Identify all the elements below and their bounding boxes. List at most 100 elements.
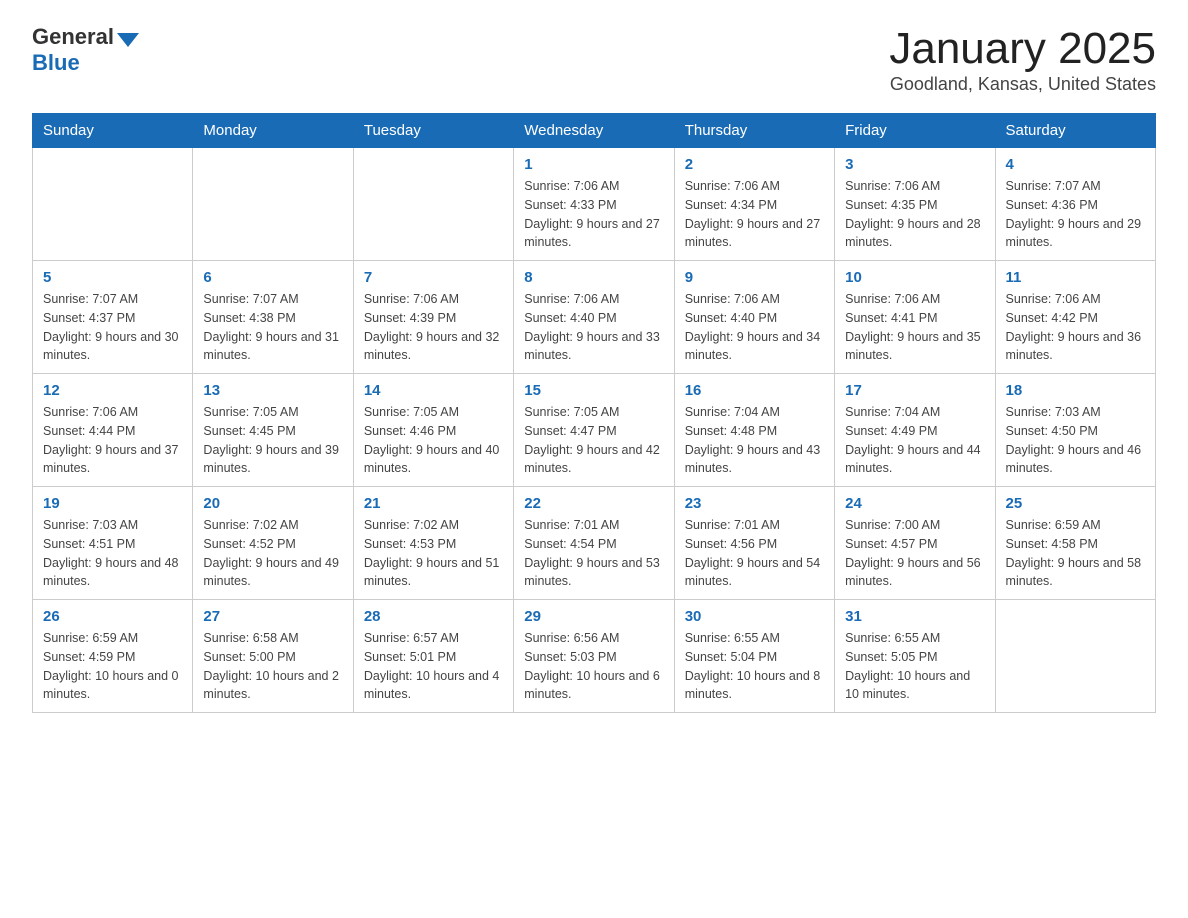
location-title: Goodland, Kansas, United States [889, 74, 1156, 95]
day-of-week-header: Tuesday [353, 114, 513, 148]
day-number: 28 [364, 608, 503, 625]
calendar-cell: 18Sunrise: 7:03 AM Sunset: 4:50 PM Dayli… [995, 374, 1155, 487]
calendar-body: 1 Sunrise: 7:06 AM Sunset: 4:33 PM Daylig… [33, 148, 1156, 713]
calendar-cell: 22 Sunrise: 7:01 AM Sunset: 4:54 PM Dayli… [514, 487, 674, 600]
day-number: 26 [43, 608, 182, 625]
day-info: Sunrise: 7:05 AM Sunset: 4:45 PM Dayligh… [203, 403, 342, 478]
day-number: 10 [845, 269, 984, 286]
day-number: 5 [43, 269, 182, 286]
day-of-week-header: Thursday [674, 114, 834, 148]
day-number: 16 [685, 382, 824, 399]
logo-general-text: General [32, 24, 114, 50]
day-number: 15 [524, 382, 663, 399]
calendar-cell: 19Sunrise: 7:03 AM Sunset: 4:51 PM Dayli… [33, 487, 193, 600]
day-number: 14 [364, 382, 503, 399]
calendar-cell: 13 Sunrise: 7:05 AM Sunset: 4:45 PM Dayli… [193, 374, 353, 487]
day-info: Sunrise: 7:07 AM Sunset: 4:36 PM Dayligh… [1006, 177, 1145, 252]
calendar-cell: 11 Sunrise: 7:06 AM Sunset: 4:42 PM Dayli… [995, 261, 1155, 374]
day-info: Sunrise: 7:07 AM Sunset: 4:37 PM Dayligh… [43, 290, 182, 365]
day-info: Sunrise: 6:56 AM Sunset: 5:03 PM Dayligh… [524, 629, 663, 704]
day-info: Sunrise: 7:05 AM Sunset: 4:46 PM Dayligh… [364, 403, 503, 478]
calendar-cell [33, 148, 193, 261]
calendar-cell: 10 Sunrise: 7:06 AM Sunset: 4:41 PM Dayli… [835, 261, 995, 374]
day-number: 18 [1006, 382, 1145, 399]
calendar-cell: 6Sunrise: 7:07 AM Sunset: 4:38 PM Daylig… [193, 261, 353, 374]
day-info: Sunrise: 7:04 AM Sunset: 4:49 PM Dayligh… [845, 403, 984, 478]
calendar-cell: 30 Sunrise: 6:55 AM Sunset: 5:04 PM Dayli… [674, 600, 834, 713]
day-of-week-header: Friday [835, 114, 995, 148]
calendar-header: SundayMondayTuesdayWednesdayThursdayFrid… [33, 114, 1156, 148]
title-block: January 2025 Goodland, Kansas, United St… [889, 24, 1156, 95]
logo-arrow-icon [117, 33, 139, 47]
day-number: 6 [203, 269, 342, 286]
day-info: Sunrise: 7:06 AM Sunset: 4:40 PM Dayligh… [685, 290, 824, 365]
month-title: January 2025 [889, 24, 1156, 74]
day-info: Sunrise: 7:06 AM Sunset: 4:33 PM Dayligh… [524, 177, 663, 252]
calendar-week-row: 1 Sunrise: 7:06 AM Sunset: 4:33 PM Daylig… [33, 148, 1156, 261]
day-number: 7 [364, 269, 503, 286]
day-number: 3 [845, 156, 984, 173]
logo: General Blue [32, 24, 139, 76]
calendar-cell: 29 Sunrise: 6:56 AM Sunset: 5:03 PM Dayli… [514, 600, 674, 713]
calendar-cell: 4 Sunrise: 7:07 AM Sunset: 4:36 PM Daylig… [995, 148, 1155, 261]
day-info: Sunrise: 7:06 AM Sunset: 4:34 PM Dayligh… [685, 177, 824, 252]
day-number: 17 [845, 382, 984, 399]
calendar-cell: 9Sunrise: 7:06 AM Sunset: 4:40 PM Daylig… [674, 261, 834, 374]
day-info: Sunrise: 7:01 AM Sunset: 4:54 PM Dayligh… [524, 516, 663, 591]
day-info: Sunrise: 6:57 AM Sunset: 5:01 PM Dayligh… [364, 629, 503, 704]
calendar-cell: 8 Sunrise: 7:06 AM Sunset: 4:40 PM Daylig… [514, 261, 674, 374]
day-number: 1 [524, 156, 663, 173]
day-info: Sunrise: 7:06 AM Sunset: 4:42 PM Dayligh… [1006, 290, 1145, 365]
day-of-week-header: Wednesday [514, 114, 674, 148]
page-header: General Blue January 2025 Goodland, Kans… [32, 24, 1156, 95]
calendar-week-row: 26 Sunrise: 6:59 AM Sunset: 4:59 PM Dayli… [33, 600, 1156, 713]
calendar-cell [193, 148, 353, 261]
calendar-cell: 23Sunrise: 7:01 AM Sunset: 4:56 PM Dayli… [674, 487, 834, 600]
day-info: Sunrise: 7:06 AM Sunset: 4:39 PM Dayligh… [364, 290, 503, 365]
day-info: Sunrise: 6:58 AM Sunset: 5:00 PM Dayligh… [203, 629, 342, 704]
day-number: 29 [524, 608, 663, 625]
day-number: 23 [685, 495, 824, 512]
calendar-week-row: 5 Sunrise: 7:07 AM Sunset: 4:37 PM Daylig… [33, 261, 1156, 374]
day-number: 11 [1006, 269, 1145, 286]
calendar-table: SundayMondayTuesdayWednesdayThursdayFrid… [32, 113, 1156, 713]
logo-blue-text: Blue [32, 50, 80, 75]
calendar-cell: 12Sunrise: 7:06 AM Sunset: 4:44 PM Dayli… [33, 374, 193, 487]
day-number: 27 [203, 608, 342, 625]
day-number: 8 [524, 269, 663, 286]
calendar-cell: 15 Sunrise: 7:05 AM Sunset: 4:47 PM Dayli… [514, 374, 674, 487]
day-number: 24 [845, 495, 984, 512]
day-info: Sunrise: 7:06 AM Sunset: 4:40 PM Dayligh… [524, 290, 663, 365]
day-info: Sunrise: 7:04 AM Sunset: 4:48 PM Dayligh… [685, 403, 824, 478]
day-info: Sunrise: 7:03 AM Sunset: 4:51 PM Dayligh… [43, 516, 182, 591]
days-of-week-row: SundayMondayTuesdayWednesdayThursdayFrid… [33, 114, 1156, 148]
calendar-cell: 31Sunrise: 6:55 AM Sunset: 5:05 PM Dayli… [835, 600, 995, 713]
day-number: 4 [1006, 156, 1145, 173]
calendar-cell: 2Sunrise: 7:06 AM Sunset: 4:34 PM Daylig… [674, 148, 834, 261]
calendar-cell: 27 Sunrise: 6:58 AM Sunset: 5:00 PM Dayli… [193, 600, 353, 713]
day-info: Sunrise: 7:06 AM Sunset: 4:35 PM Dayligh… [845, 177, 984, 252]
day-number: 13 [203, 382, 342, 399]
calendar-cell: 17 Sunrise: 7:04 AM Sunset: 4:49 PM Dayli… [835, 374, 995, 487]
day-info: Sunrise: 7:06 AM Sunset: 4:41 PM Dayligh… [845, 290, 984, 365]
calendar-cell: 21Sunrise: 7:02 AM Sunset: 4:53 PM Dayli… [353, 487, 513, 600]
calendar-cell [353, 148, 513, 261]
day-info: Sunrise: 7:05 AM Sunset: 4:47 PM Dayligh… [524, 403, 663, 478]
calendar-cell: 16 Sunrise: 7:04 AM Sunset: 4:48 PM Dayli… [674, 374, 834, 487]
day-number: 25 [1006, 495, 1145, 512]
day-info: Sunrise: 6:59 AM Sunset: 4:59 PM Dayligh… [43, 629, 182, 704]
calendar-cell: 25Sunrise: 6:59 AM Sunset: 4:58 PM Dayli… [995, 487, 1155, 600]
day-of-week-header: Monday [193, 114, 353, 148]
day-number: 30 [685, 608, 824, 625]
day-number: 21 [364, 495, 503, 512]
day-info: Sunrise: 6:55 AM Sunset: 5:04 PM Dayligh… [685, 629, 824, 704]
day-number: 22 [524, 495, 663, 512]
day-info: Sunrise: 7:00 AM Sunset: 4:57 PM Dayligh… [845, 516, 984, 591]
calendar-cell: 26 Sunrise: 6:59 AM Sunset: 4:59 PM Dayli… [33, 600, 193, 713]
calendar-cell: 24 Sunrise: 7:00 AM Sunset: 4:57 PM Dayli… [835, 487, 995, 600]
day-number: 12 [43, 382, 182, 399]
day-info: Sunrise: 6:55 AM Sunset: 5:05 PM Dayligh… [845, 629, 984, 704]
calendar-cell: 20Sunrise: 7:02 AM Sunset: 4:52 PM Dayli… [193, 487, 353, 600]
calendar-cell: 1 Sunrise: 7:06 AM Sunset: 4:33 PM Daylig… [514, 148, 674, 261]
day-info: Sunrise: 7:02 AM Sunset: 4:52 PM Dayligh… [203, 516, 342, 591]
